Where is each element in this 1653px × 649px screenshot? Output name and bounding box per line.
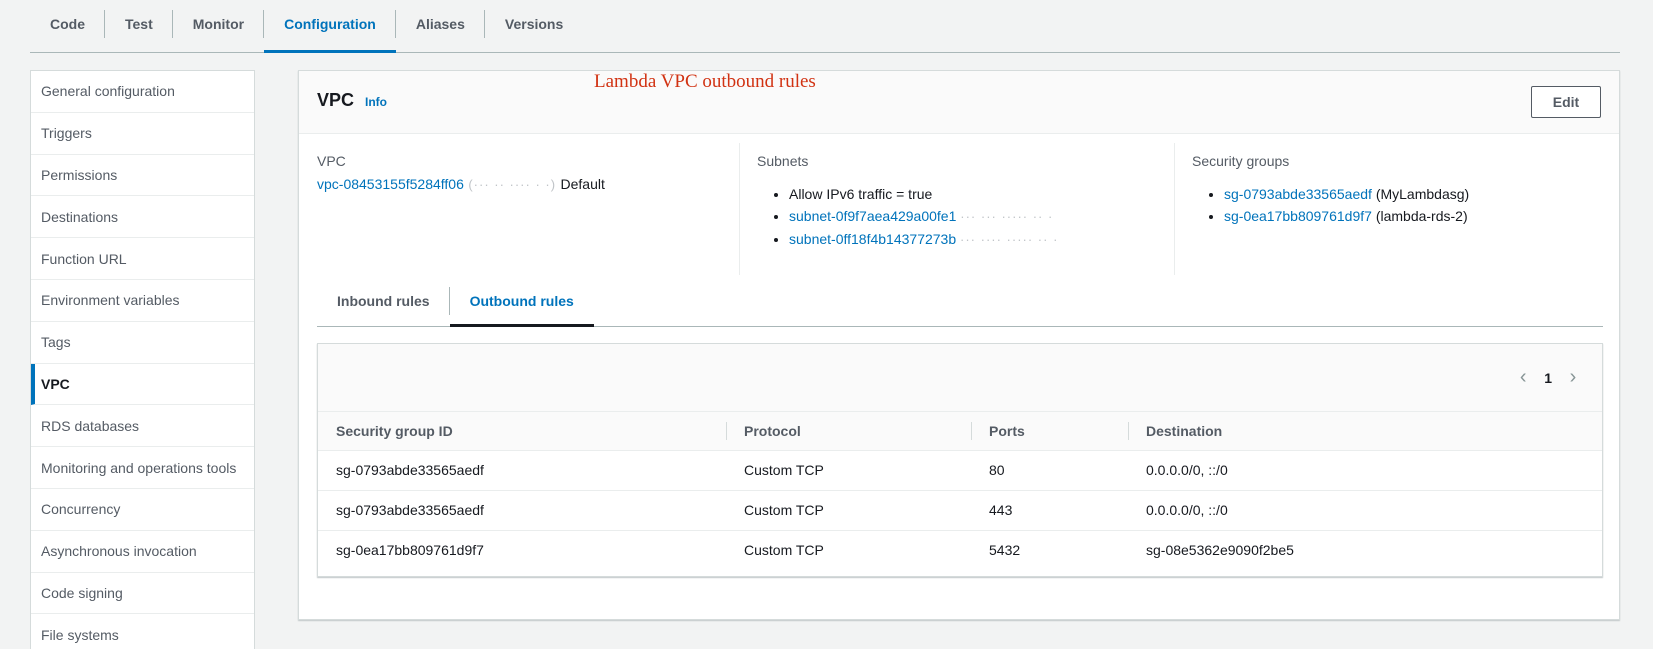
- security-group-name: (MyLambdasg): [1375, 186, 1470, 202]
- subnets-label: Subnets: [757, 153, 809, 169]
- outbound-rules-table-container: ‹ 1 › Security group ID Protocol Ports D…: [317, 343, 1603, 577]
- page-number[interactable]: 1: [1544, 370, 1552, 386]
- subnet-link[interactable]: subnet-0ff18f4b14377273b: [789, 231, 956, 247]
- cell-security-group-id: sg-0ea17bb809761d9f7: [336, 542, 484, 559]
- security-group-link[interactable]: sg-0ea17bb809761d9f7: [1224, 208, 1372, 224]
- cell-ports: 443: [971, 490, 1128, 531]
- top-tab-bar: Code Test Monitor Configuration Aliases …: [30, 0, 1620, 53]
- vpc-default-label: Default: [560, 176, 605, 192]
- sidebar-item-triggers[interactable]: Triggers: [31, 113, 254, 155]
- cell-destination: sg-08e5362e9090f2be5: [1146, 542, 1294, 559]
- sidebar-item-monitoring[interactable]: Monitoring and operations tools: [31, 447, 254, 489]
- tab-test[interactable]: Test: [105, 0, 173, 47]
- vpc-column: VPC vpc-08453155f5284ff06 (··· ·· ···· ·…: [299, 135, 739, 275]
- subnets-column: Subnets Allow IPv6 traffic = true subnet…: [739, 135, 1174, 275]
- column-header-ports: Ports: [971, 412, 1128, 451]
- sidebar-item-rds-databases[interactable]: RDS databases: [31, 405, 254, 448]
- pagination: ‹ 1 ›: [318, 344, 1602, 412]
- sidebar-item-destinations[interactable]: Destinations: [31, 196, 254, 239]
- chevron-right-icon[interactable]: ›: [1566, 366, 1580, 389]
- tab-label: Code: [50, 15, 85, 32]
- vpc-panel: VPC Info Lambda VPC outbound rules Edit …: [298, 70, 1620, 620]
- vpc-id-link[interactable]: vpc-08453155f5284ff06: [317, 176, 464, 192]
- rules-tab-bar: Inbound rules Outbound rules: [317, 276, 1603, 327]
- panel-header: VPC Info Lambda VPC outbound rules Edit: [299, 71, 1619, 134]
- sidebar-item-environment-variables[interactable]: Environment variables: [31, 280, 254, 322]
- vpc-details: VPC vpc-08453155f5284ff06 (··· ·· ···· ·…: [299, 135, 1619, 275]
- cell-destination: 0.0.0.0/0, ::/0: [1128, 490, 1602, 531]
- chevron-left-icon[interactable]: ‹: [1516, 366, 1530, 389]
- tab-code[interactable]: Code: [30, 0, 105, 47]
- tab-label: Outbound rules: [469, 293, 574, 309]
- tab-label: Aliases: [415, 15, 465, 32]
- redacted-text: ··· ···· ····· ·· ·: [960, 232, 1059, 247]
- sidebar-item-general-configuration[interactable]: General configuration: [31, 71, 254, 113]
- list-item: subnet-0ff18f4b14377273b ··· ···· ····· …: [789, 228, 1156, 251]
- column-header-security-group-id: Security group ID: [318, 412, 726, 451]
- table-header-row: Security group ID Protocol Ports Destina…: [318, 412, 1602, 451]
- sidebar-item-async-invocation[interactable]: Asynchronous invocation: [31, 531, 254, 573]
- info-link[interactable]: Info: [365, 95, 387, 109]
- edit-button[interactable]: Edit: [1531, 86, 1601, 118]
- tab-configuration[interactable]: Configuration: [264, 0, 396, 53]
- outbound-rules-table: Security group ID Protocol Ports Destina…: [318, 412, 1602, 570]
- cell-protocol: Custom TCP: [744, 542, 824, 559]
- tab-label: Monitor: [192, 15, 245, 32]
- sidebar-item-concurrency[interactable]: Concurrency: [31, 489, 254, 531]
- table-row: sg-0793abde33565aedf Custom TCP 443 0.0.…: [318, 490, 1602, 531]
- redacted-text: (··· ·· ···· · ·): [468, 177, 557, 192]
- cell-ports: 80: [971, 450, 1128, 491]
- table-row: sg-0793abde33565aedf Custom TCP 80 0.0.0…: [318, 450, 1602, 491]
- tab-label: Test: [125, 15, 153, 32]
- sidebar-item-tags[interactable]: Tags: [31, 322, 254, 364]
- sidebar-item-permissions[interactable]: Permissions: [31, 155, 254, 197]
- tab-outbound-rules[interactable]: Outbound rules: [449, 276, 595, 327]
- panel-title: VPC: [317, 90, 355, 110]
- tab-label: Versions: [504, 15, 564, 32]
- list-item: sg-0ea17bb809761d9f7 (lambda-rds-2): [1224, 205, 1596, 227]
- cell-protocol: Custom TCP: [726, 490, 971, 531]
- subnet-list: Allow IPv6 traffic = true subnet-0f9f7ae…: [757, 183, 1156, 251]
- tab-monitor[interactable]: Monitor: [173, 0, 265, 47]
- annotation-text: Lambda VPC outbound rules: [594, 71, 816, 92]
- ipv6-setting: Allow IPv6 traffic = true: [789, 183, 1156, 205]
- vpc-label: VPC: [317, 153, 346, 169]
- cell-security-group-id: sg-0793abde33565aedf: [318, 450, 726, 491]
- list-item: subnet-0f9f7aea429a00fe1 ··· ··· ····· ·…: [789, 205, 1156, 228]
- tab-aliases[interactable]: Aliases: [396, 0, 485, 47]
- tab-label: Configuration: [284, 15, 376, 32]
- cell-destination: 0.0.0.0/0, ::/0: [1128, 450, 1602, 491]
- security-group-name: (lambda-rds-2): [1375, 208, 1468, 224]
- sidebar-item-function-url[interactable]: Function URL: [31, 238, 254, 280]
- list-item: sg-0793abde33565aedf (MyLambdasg): [1224, 183, 1596, 205]
- tab-label: Inbound rules: [337, 293, 430, 309]
- security-groups-column: Security groups sg-0793abde33565aedf (My…: [1174, 135, 1614, 275]
- configuration-sidebar: General configuration Triggers Permissio…: [30, 70, 255, 649]
- security-group-list: sg-0793abde33565aedf (MyLambdasg) sg-0ea…: [1192, 183, 1596, 227]
- subnet-link[interactable]: subnet-0f9f7aea429a00fe1: [789, 208, 956, 224]
- tab-versions[interactable]: Versions: [485, 0, 583, 47]
- tab-inbound-rules[interactable]: Inbound rules: [317, 276, 450, 326]
- column-header-protocol: Protocol: [726, 412, 971, 451]
- cell-ports: 5432: [989, 542, 1021, 559]
- cell-protocol: Custom TCP: [726, 450, 971, 491]
- security-group-link[interactable]: sg-0793abde33565aedf: [1224, 186, 1372, 202]
- security-groups-label: Security groups: [1192, 153, 1290, 169]
- cell-security-group-id: sg-0793abde33565aedf: [318, 490, 726, 531]
- table-row: sg-0ea17bb809761d9f7 Custom TCP 5432 sg-…: [318, 530, 1602, 570]
- sidebar-item-file-systems[interactable]: File systems: [31, 614, 254, 649]
- sidebar-item-vpc[interactable]: VPC: [31, 363, 254, 406]
- column-header-destination: Destination: [1128, 412, 1602, 451]
- redacted-text: ··· ··· ····· ·· ·: [960, 209, 1054, 224]
- sidebar-item-code-signing[interactable]: Code signing: [31, 573, 254, 615]
